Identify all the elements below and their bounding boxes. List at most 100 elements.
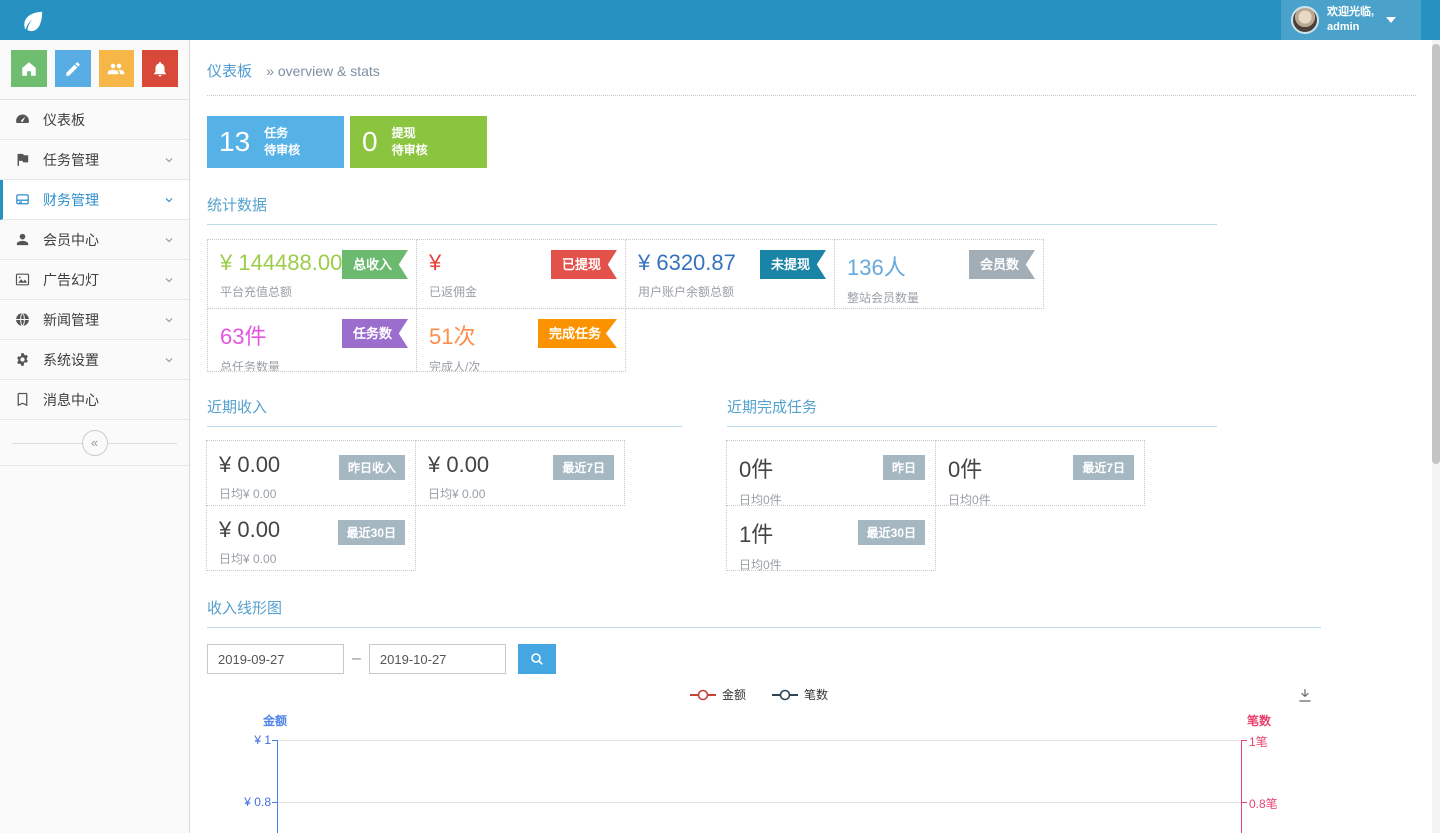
sidebar-item-finance[interactable]: 财务管理: [0, 180, 189, 220]
stat-subtitle: 整站会员数量: [847, 289, 1031, 306]
pending-tasks-badge[interactable]: 13 任务 待审核: [207, 116, 344, 168]
globe-icon: [14, 311, 31, 328]
stat-card-members: 136人 会员数 整站会员数量: [834, 239, 1044, 309]
user-menu[interactable]: 欢迎光临, admin: [1281, 0, 1421, 40]
chevron-down-icon: [163, 234, 175, 246]
card-badge: 最近7日: [553, 455, 614, 480]
income-line-chart: 金额 笔数 金额 笔数 ¥ 1 ¥ 0.8 1笔 0: [207, 680, 1416, 833]
card-badge: 最近7日: [1073, 455, 1134, 480]
card-subtitle: 日均0件: [739, 556, 923, 573]
sidebar-collapse-row: «: [0, 420, 189, 466]
income-card-7days: ¥ 0.00 最近7日 日均¥ 0.00: [415, 440, 625, 506]
recent-tasks-title: 近期完成任务: [727, 396, 1217, 427]
caret-down-icon: [1386, 17, 1396, 23]
home-icon: [20, 60, 38, 78]
bell-icon: [151, 60, 169, 78]
recent-income-title: 近期收入: [207, 396, 682, 427]
chart-legend: 金额 笔数: [277, 686, 1241, 703]
stat-card-total-income: ¥ 144488.00 总收入 平台充值总额: [207, 239, 417, 309]
ribbon-badge: 任务数: [342, 319, 408, 348]
main-content: 仪表板 » overview & stats 13 任务 待审核 0 提现 待审…: [191, 40, 1432, 833]
admin-dashboard: 欢迎光临, admin 仪表板: [0, 0, 1440, 833]
date-from-input[interactable]: [207, 644, 344, 674]
stat-subtitle: 已返佣金: [429, 283, 613, 300]
breadcrumb: 仪表板 » overview & stats: [207, 40, 1416, 96]
stat-subtitle: 平台充值总额: [220, 283, 404, 300]
tick-mark: [272, 740, 277, 741]
search-button[interactable]: [518, 644, 556, 674]
pencil-icon: [64, 60, 82, 78]
right-tick-0-8: 0.8笔: [1249, 795, 1278, 812]
gridline: [277, 740, 1242, 741]
recent-income-section: 近期收入 ¥ 0.00 昨日收入 日均¥ 0.00 ¥ 0.00 最近7日 日均…: [207, 396, 682, 571]
card-badge: 昨日: [883, 455, 925, 480]
left-tick-0-8: ¥ 0.8: [244, 795, 271, 809]
card-badge: 最近30日: [858, 520, 925, 545]
sidebar-item-messages[interactable]: 消息中心: [0, 380, 189, 420]
legend-item-amount[interactable]: 金额: [690, 686, 746, 703]
drive-icon: [14, 191, 31, 208]
members-button[interactable]: [99, 50, 135, 87]
search-icon: [529, 651, 545, 667]
card-badge: 最近30日: [338, 520, 405, 545]
legend-item-count[interactable]: 笔数: [772, 686, 828, 703]
sidebar-item-news[interactable]: 新闻管理: [0, 300, 189, 340]
bookmark-icon: [14, 391, 31, 408]
download-chart-icon[interactable]: [1296, 686, 1314, 704]
tasks-card-yesterday: 0件 昨日 日均0件: [726, 440, 936, 506]
chevron-down-icon: [163, 194, 175, 206]
tick-mark: [272, 802, 277, 803]
sidebar-item-dashboard[interactable]: 仪表板: [0, 100, 189, 140]
recent-income-cards: ¥ 0.00 昨日收入 日均¥ 0.00 ¥ 0.00 最近7日 日均¥ 0.0…: [207, 441, 628, 571]
stat-subtitle: 总任务数量: [220, 358, 404, 372]
breadcrumb-current[interactable]: 仪表板: [207, 63, 252, 80]
stat-card-task-count: 63件 任务数 总任务数量: [207, 308, 417, 372]
tick-mark: [1242, 802, 1247, 803]
card-badge: 昨日收入: [339, 455, 405, 480]
sidebar-item-members[interactable]: 会员中心: [0, 220, 189, 260]
income-card-30days: ¥ 0.00 最近30日 日均¥ 0.00: [206, 505, 416, 571]
home-button[interactable]: [11, 50, 47, 87]
quick-buttons: [0, 40, 189, 100]
pending-withdraw-badge[interactable]: 0 提现 待审核: [350, 116, 487, 168]
sidebar-item-settings[interactable]: 系统设置: [0, 340, 189, 380]
recent-sections: 近期收入 ¥ 0.00 昨日收入 日均¥ 0.00 ¥ 0.00 最近7日 日均…: [207, 396, 1416, 571]
chevron-down-icon: [163, 274, 175, 286]
card-subtitle: 日均¥ 0.00: [428, 485, 612, 502]
ribbon-badge: 总收入: [342, 250, 408, 279]
left-tick-1: ¥ 1: [254, 733, 271, 747]
right-axis-line: [1241, 740, 1242, 833]
stat-card-balance: ¥ 6320.87 未提现 用户账户余额总额: [625, 239, 835, 309]
card-subtitle: 日均¥ 0.00: [219, 485, 403, 502]
tasks-card-30days: 1件 最近30日 日均0件: [726, 505, 936, 571]
scrollbar-thumb[interactable]: [1432, 44, 1440, 464]
card-subtitle: 日均¥ 0.00: [219, 550, 403, 567]
collapse-sidebar-button[interactable]: «: [82, 430, 108, 456]
stats-row-2: 63件 任务数 总任务数量 51次 完成任务 完成人/次: [207, 308, 1416, 372]
sidebar-item-label: 广告幻灯: [43, 270, 99, 290]
badge-label: 提现 待审核: [392, 125, 428, 160]
edit-button[interactable]: [55, 50, 91, 87]
sidebar-item-label: 消息中心: [43, 390, 99, 410]
date-to-input[interactable]: [369, 644, 506, 674]
chevron-down-icon: [163, 354, 175, 366]
chevron-down-icon: [163, 154, 175, 166]
notifications-button[interactable]: [142, 50, 178, 87]
gauge-icon: [14, 111, 31, 128]
ribbon-badge: 已提现: [551, 250, 617, 279]
breadcrumb-trail: » overview & stats: [266, 63, 380, 79]
left-axis-line: [277, 740, 278, 833]
summary-badges: 13 任务 待审核 0 提现 待审核: [207, 116, 1416, 168]
gridline: [277, 802, 1242, 803]
right-axis-title: 笔数: [1247, 712, 1271, 729]
sidebar-item-tasks[interactable]: 任务管理: [0, 140, 189, 180]
top-bar: 欢迎光临, admin: [0, 0, 1440, 40]
stats-section-title: 统计数据: [207, 194, 1217, 225]
ribbon-badge: 完成任务: [538, 319, 617, 348]
image-icon: [14, 271, 31, 288]
sidebar-item-ads[interactable]: 广告幻灯: [0, 260, 189, 300]
page-scrollbar[interactable]: [1432, 40, 1440, 833]
sidebar-item-label: 系统设置: [43, 350, 99, 370]
badge-label: 任务 待审核: [264, 125, 300, 160]
gear-icon: [14, 351, 31, 368]
